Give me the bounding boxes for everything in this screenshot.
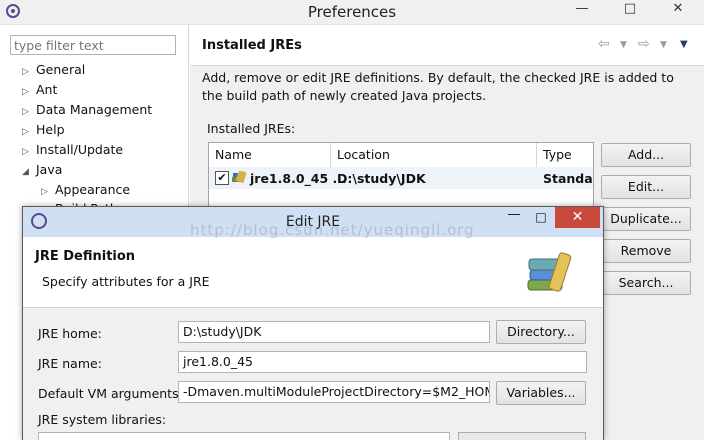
edit-button[interactable]: Edit... bbox=[601, 175, 691, 199]
duplicate-button[interactable]: Duplicate... bbox=[601, 207, 691, 231]
expand-arrow-icon[interactable]: ▷ bbox=[22, 123, 36, 141]
watermark: http://blog.csdn.net/yueqingll.org bbox=[190, 221, 475, 239]
variables-button[interactable]: Variables... bbox=[496, 381, 586, 405]
system-libraries-label: JRE system libraries: bbox=[38, 412, 167, 427]
back-menu-icon[interactable]: ▼ bbox=[620, 40, 627, 50]
eclipse-app-icon bbox=[31, 213, 47, 229]
jre-name-input[interactable]: jre1.8.0_45 bbox=[178, 351, 587, 373]
vm-arguments-input[interactable]: -Dmaven.multiModuleProjectDirectory=$M2_… bbox=[178, 381, 490, 403]
tree-item-ant[interactable]: ▷ Ant bbox=[22, 81, 57, 99]
system-libraries-list[interactable] bbox=[38, 432, 450, 440]
remove-button[interactable]: Remove bbox=[601, 239, 691, 263]
expand-arrow-icon[interactable]: ▷ bbox=[41, 183, 55, 201]
vm-arguments-label: Default VM arguments: bbox=[38, 386, 183, 401]
view-menu-icon[interactable]: ▼ bbox=[680, 39, 688, 50]
page-description: Add, remove or edit JRE definitions. By … bbox=[202, 70, 674, 103]
collapse-arrow-icon[interactable]: ◢ bbox=[22, 163, 36, 181]
page-title: Installed JREs bbox=[202, 38, 302, 53]
jre-row-location: D:\study\JDK bbox=[337, 171, 426, 186]
dialog-header-subtitle: Specify attributes for a JRE bbox=[42, 274, 210, 289]
add-button[interactable]: Add... bbox=[601, 143, 691, 167]
jre-default-checkbox[interactable]: ✔ bbox=[215, 171, 229, 185]
column-header-type[interactable]: Type bbox=[537, 143, 593, 167]
tree-item-general[interactable]: ▷ General bbox=[22, 61, 85, 79]
tree-item-java[interactable]: ◢ Java bbox=[22, 161, 62, 179]
preferences-title-bar: Preferences — □ ✕ bbox=[0, 0, 704, 25]
jre-library-icon bbox=[232, 169, 247, 184]
back-icon[interactable]: ⇦ bbox=[598, 36, 610, 52]
expand-arrow-icon[interactable]: ▷ bbox=[22, 83, 36, 101]
installed-jres-label: Installed JREs: bbox=[207, 121, 296, 136]
dialog-close-button[interactable]: ✕ bbox=[555, 207, 600, 228]
filter-input[interactable] bbox=[10, 35, 176, 55]
dialog-header-title: JRE Definition bbox=[35, 249, 136, 264]
tree-item-data-management[interactable]: ▷ Data Management bbox=[22, 101, 152, 119]
close-button[interactable]: ✕ bbox=[656, 0, 700, 20]
directory-button[interactable]: Directory... bbox=[496, 320, 586, 344]
jre-name-label: JRE name: bbox=[38, 356, 102, 371]
search-button[interactable]: Search... bbox=[601, 271, 691, 295]
libraries-side-button[interactable] bbox=[458, 432, 586, 440]
jre-row-name: jre1.8.0_45 ... bbox=[250, 171, 347, 186]
forward-icon[interactable]: ⇨ bbox=[638, 36, 650, 52]
jre-row-type: Standard bbox=[543, 171, 593, 186]
tree-item-appearance[interactable]: ▷ Appearance bbox=[41, 181, 130, 199]
maximize-button[interactable]: □ bbox=[608, 0, 652, 20]
column-header-name[interactable]: Name bbox=[209, 143, 331, 167]
library-books-icon bbox=[526, 250, 578, 294]
dialog-minimize-button[interactable]: — bbox=[501, 207, 527, 228]
expand-arrow-icon[interactable]: ▷ bbox=[22, 63, 36, 81]
dialog-maximize-button[interactable]: □ bbox=[528, 207, 554, 228]
tree-item-help[interactable]: ▷ Help bbox=[22, 121, 65, 139]
column-header-location[interactable]: Location bbox=[331, 143, 537, 167]
jre-home-label: JRE home: bbox=[38, 326, 102, 341]
minimize-button[interactable]: — bbox=[560, 0, 604, 20]
tree-item-install-update[interactable]: ▷ Install/Update bbox=[22, 141, 123, 159]
expand-arrow-icon[interactable]: ▷ bbox=[22, 143, 36, 161]
dialog-header bbox=[23, 237, 603, 308]
expand-arrow-icon[interactable]: ▷ bbox=[22, 103, 36, 121]
jre-home-input[interactable]: D:\study\JDK bbox=[178, 321, 490, 343]
forward-menu-icon[interactable]: ▼ bbox=[660, 40, 667, 50]
